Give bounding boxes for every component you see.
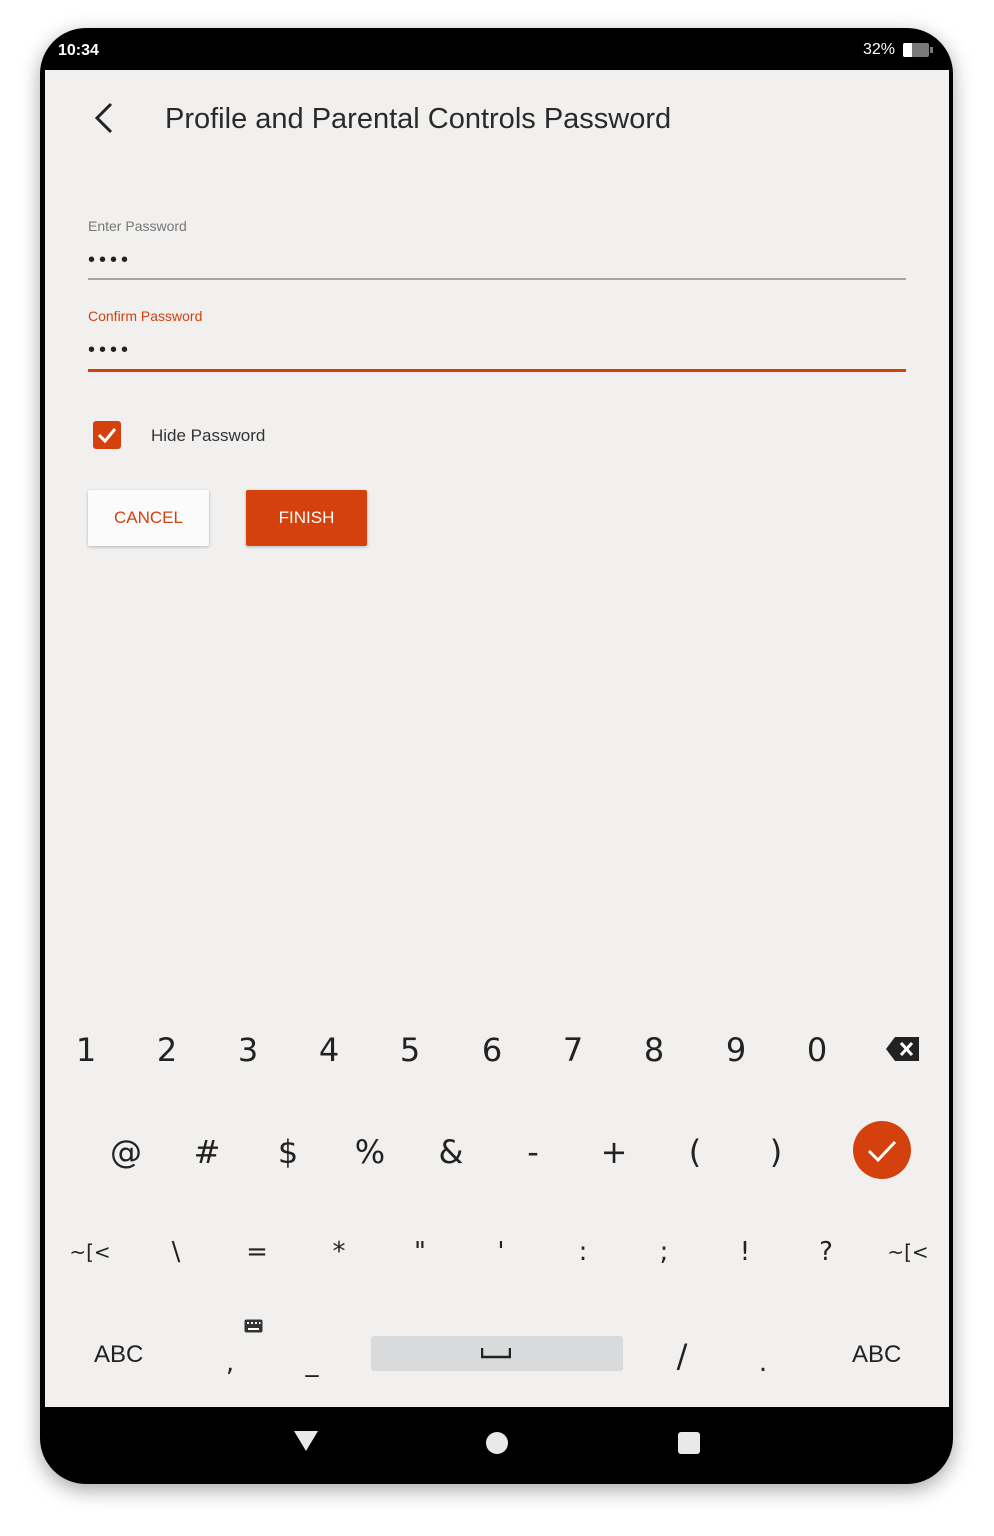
keyboard-icon bbox=[244, 1319, 263, 1333]
key-4[interactable]: 4 bbox=[299, 1020, 359, 1080]
key-comma[interactable]: , bbox=[200, 1333, 260, 1393]
hide-password-checkbox[interactable] bbox=[93, 421, 121, 449]
key-slash[interactable]: / bbox=[652, 1326, 712, 1386]
key-9[interactable]: 9 bbox=[706, 1020, 766, 1080]
screen bbox=[45, 70, 949, 1407]
check-icon bbox=[867, 1140, 897, 1163]
key-6[interactable]: 6 bbox=[462, 1020, 522, 1080]
battery-percent: 32% bbox=[862, 41, 895, 58]
key-dollar[interactable]: $ bbox=[258, 1122, 318, 1182]
app-header: Profile and Parental Controls Password bbox=[45, 70, 949, 170]
key-0[interactable]: 0 bbox=[787, 1020, 847, 1080]
key-period[interactable]: . bbox=[733, 1333, 793, 1393]
system-nav-bar bbox=[45, 1407, 949, 1477]
key-equals[interactable]: = bbox=[227, 1222, 287, 1282]
key-backslash[interactable]: \ bbox=[146, 1222, 206, 1282]
status-time: 10:34 bbox=[58, 42, 99, 59]
cancel-button[interactable]: CANCEL bbox=[88, 490, 209, 546]
key-colon[interactable]: : bbox=[553, 1222, 613, 1282]
nav-home-icon[interactable] bbox=[486, 1432, 508, 1454]
spacebar[interactable] bbox=[371, 1336, 623, 1371]
key-exclamation[interactable]: ! bbox=[715, 1222, 775, 1282]
finish-button[interactable]: FINISH bbox=[246, 490, 367, 546]
back-arrow-icon[interactable] bbox=[85, 98, 125, 138]
enter-password-field[interactable]: •••• bbox=[88, 249, 132, 272]
key-3[interactable]: 3 bbox=[218, 1020, 278, 1080]
page-title: Profile and Parental Controls Password bbox=[165, 103, 672, 135]
battery-icon bbox=[903, 43, 933, 57]
checkmark-icon bbox=[97, 428, 117, 444]
key-minus[interactable]: - bbox=[503, 1122, 563, 1182]
status-bar: 10:34 32% bbox=[40, 28, 953, 70]
key-plus[interactable]: + bbox=[584, 1122, 644, 1182]
key-asterisk[interactable]: * bbox=[309, 1222, 369, 1282]
space-icon bbox=[481, 1348, 511, 1359]
key-at[interactable]: @ bbox=[96, 1122, 156, 1182]
key-question[interactable]: ? bbox=[796, 1222, 856, 1282]
enter-password-underline bbox=[88, 278, 906, 280]
key-5[interactable]: 5 bbox=[380, 1020, 440, 1080]
hide-password-label: Hide Password bbox=[151, 426, 266, 445]
key-more-symbols-right[interactable]: ~[< bbox=[878, 1222, 938, 1282]
key-underscore[interactable]: _ bbox=[282, 1333, 342, 1393]
nav-back-icon[interactable] bbox=[293, 1430, 319, 1452]
key-semicolon[interactable]: ; bbox=[634, 1222, 694, 1282]
enter-button[interactable] bbox=[853, 1121, 911, 1179]
key-2[interactable]: 2 bbox=[137, 1020, 197, 1080]
key-hash[interactable]: # bbox=[177, 1122, 237, 1182]
backspace-icon[interactable] bbox=[885, 1036, 921, 1062]
key-ampersand[interactable]: & bbox=[421, 1122, 481, 1182]
key-8[interactable]: 8 bbox=[624, 1020, 684, 1080]
key-more-symbols-left[interactable]: ~[< bbox=[60, 1222, 120, 1282]
enter-password-label: Enter Password bbox=[88, 218, 187, 234]
nav-recent-apps-icon[interactable] bbox=[678, 1432, 700, 1454]
key-open-paren[interactable]: ( bbox=[665, 1122, 725, 1182]
key-1[interactable]: 1 bbox=[56, 1020, 116, 1080]
confirm-password-underline bbox=[88, 369, 906, 372]
abc-key-left[interactable]: ABC bbox=[94, 1341, 143, 1369]
confirm-password-field[interactable]: •••• bbox=[88, 339, 132, 362]
key-7[interactable]: 7 bbox=[543, 1020, 603, 1080]
key-percent[interactable]: % bbox=[340, 1122, 400, 1182]
key-double-quote[interactable]: " bbox=[390, 1222, 450, 1282]
abc-key-right[interactable]: ABC bbox=[852, 1341, 901, 1369]
key-close-paren[interactable]: ) bbox=[746, 1122, 806, 1182]
key-single-quote[interactable]: ' bbox=[471, 1222, 531, 1282]
confirm-password-label: Confirm Password bbox=[88, 308, 203, 324]
